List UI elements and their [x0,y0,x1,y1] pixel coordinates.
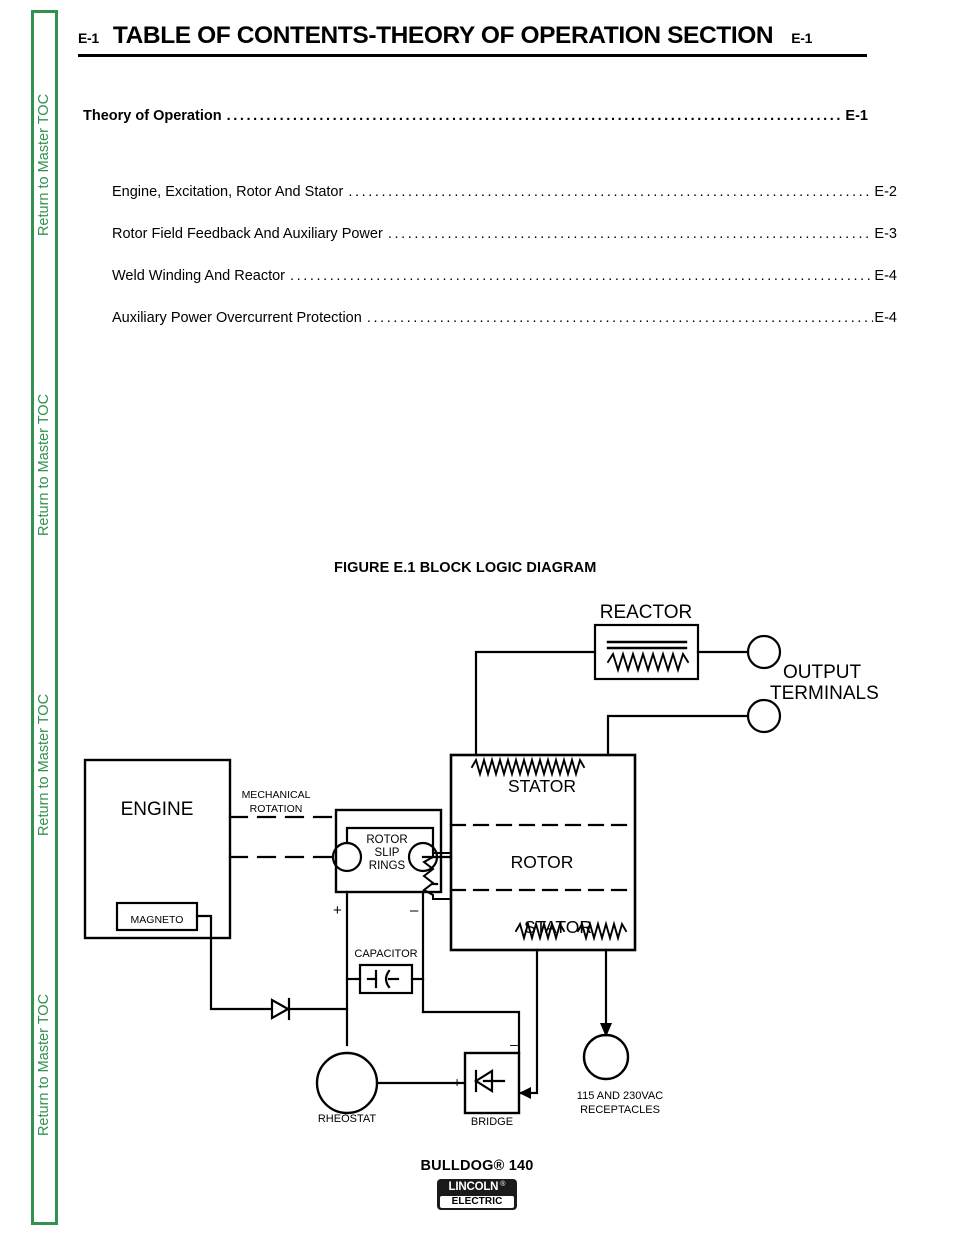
rotor-slip-rings-label-line1: ROTOR [366,834,407,846]
toc-entry-engine-excitation-rotor-and-stator[interactable]: Engine, Excitation, Rotor And Stator ...… [83,184,897,200]
block-logic-diagram-svg: REACTOR OUTPUT TERMINALS STATOR ROTOR ST… [83,602,879,1128]
return-to-master-toc-link-1[interactable]: Return to Master TOC [34,15,55,315]
figure-caption: FIGURE E.1 BLOCK LOGIC DIAGRAM [334,560,597,576]
magneto-output-wire [195,914,349,1011]
page-footer: BULLDOG® 140 LINCOLN ® ELECTRIC [0,1158,954,1210]
receptacles-label-line2: RECEPTACLES [580,1104,660,1116]
receptacle-circle [582,1033,630,1081]
toc-entry-auxiliary-power-overcurrent-protection[interactable]: Auxiliary Power Overcurrent Protection .… [83,310,897,326]
toc-entry-theory-of-operation[interactable]: Theory of Operation ....................… [83,108,868,124]
bridge-negative-wire [421,1010,521,1055]
bridge-plus-label: + [453,1074,461,1090]
block-logic-diagram: REACTOR OUTPUT TERMINALS STATOR ROTOR ST… [0,585,954,1145]
toc-leader-dots: ........................................… [387,226,874,242]
toc-leader-dots: ........................................… [226,108,845,124]
engine-box [83,758,232,940]
toc-entry-page: E-2 [874,184,897,200]
receptacles-label-line1: 115 AND 230VAC [577,1090,663,1102]
toc-leader-dots: ........................................… [366,310,874,326]
page-code-left: E-1 [78,30,99,46]
header-divider [78,54,867,57]
page-header: E-1 TABLE OF CONTENTS-THEORY OF OPERATIO… [78,22,874,57]
bridge-ac-input-wire [517,948,539,1095]
rotor-label: ROTOR [511,852,574,872]
table-of-contents: Theory of Operation ....................… [83,108,897,352]
toc-entry-weld-winding-and-reactor[interactable]: Weld Winding And Reactor ...............… [83,268,897,284]
stator-bottom-label: STATOR [524,917,592,937]
return-to-master-toc-label: Return to Master TOC [36,393,53,537]
stator-top-winding-icon [470,756,586,778]
reactor-box [593,623,700,681]
toc-leader-dots: ........................................… [290,268,874,284]
page-title: TABLE OF CONTENTS-THEORY OF OPERATION SE… [112,22,774,49]
polarity-plus-label: + [333,902,342,919]
toc-entry-label: Rotor Field Feedback And Auxiliary Power [112,226,383,242]
rheostat-label: RHEOSTAT [318,1113,377,1125]
polarity-minus-label: – [410,902,419,919]
output-terminal-bottom-wire [606,714,750,757]
magneto-label: MAGNETO [131,914,184,926]
output-terminal-top [746,634,782,670]
registered-trademark-icon: ® [500,1181,506,1188]
logo-word-lincoln: LINCOLN [448,1181,499,1193]
diode-icon [270,998,291,1020]
toc-entry-label: Weld Winding And Reactor [112,268,286,284]
toc-entry-rotor-field-feedback-and-auxiliary-power[interactable]: Rotor Field Feedback And Auxiliary Power… [83,226,897,242]
toc-entry-page: E-3 [874,226,897,242]
output-terminals-label-line1: OUTPUT [783,662,862,683]
mechanical-rotation-label-line1: MECHANICAL [242,789,311,801]
logo-top-row: LINCOLN ® [440,1181,514,1194]
toc-entry-label: Auxiliary Power Overcurrent Protection [112,310,362,326]
toc-entry-label: Theory of Operation [83,108,222,124]
reactor-coil-icon [606,650,690,674]
reactor-input-wire [474,650,597,757]
bridge-minus-label: – [510,1036,518,1052]
return-to-master-toc-link-2[interactable]: Return to Master TOC [34,315,55,615]
model-name: BULLDOG® 140 [420,1158,534,1174]
page-code-right: E-1 [791,30,813,46]
bridge-ac-arrow-icon [519,1087,531,1099]
output-terminal-bottom [746,698,782,734]
logo-word-electric: ELECTRIC [451,1196,503,1207]
reactor-label: REACTOR [600,602,693,623]
logo-bottom-row: ELECTRIC [440,1196,514,1208]
slip-ring-circle-left [331,841,363,873]
capacitor-label: CAPACITOR [354,948,417,960]
return-to-master-toc-label: Return to Master TOC [36,93,53,237]
rotor-slip-rings-label-line2: SLIP [375,847,400,859]
lincoln-electric-logo: LINCOLN ® ELECTRIC [437,1179,517,1210]
mechanical-rotation-label-line2: ROTATION [250,803,303,815]
rheostat-circle [315,1051,379,1115]
toc-entry-page: E-1 [845,108,868,124]
bridge-label: BRIDGE [471,1116,513,1128]
engine-label: ENGINE [121,799,194,820]
toc-entry-page: E-4 [874,268,897,284]
output-terminals-label-line2: TERMINALS [770,683,879,704]
header-row: E-1 TABLE OF CONTENTS-THEORY OF OPERATIO… [78,22,874,50]
toc-entry-label: Engine, Excitation, Rotor And Stator [112,184,344,200]
stator-top-label: STATOR [508,776,576,796]
rotor-slip-rings-label-line3: RINGS [369,860,406,872]
toc-leader-dots: ........................................… [348,184,874,200]
toc-entry-page: E-4 [874,310,897,326]
